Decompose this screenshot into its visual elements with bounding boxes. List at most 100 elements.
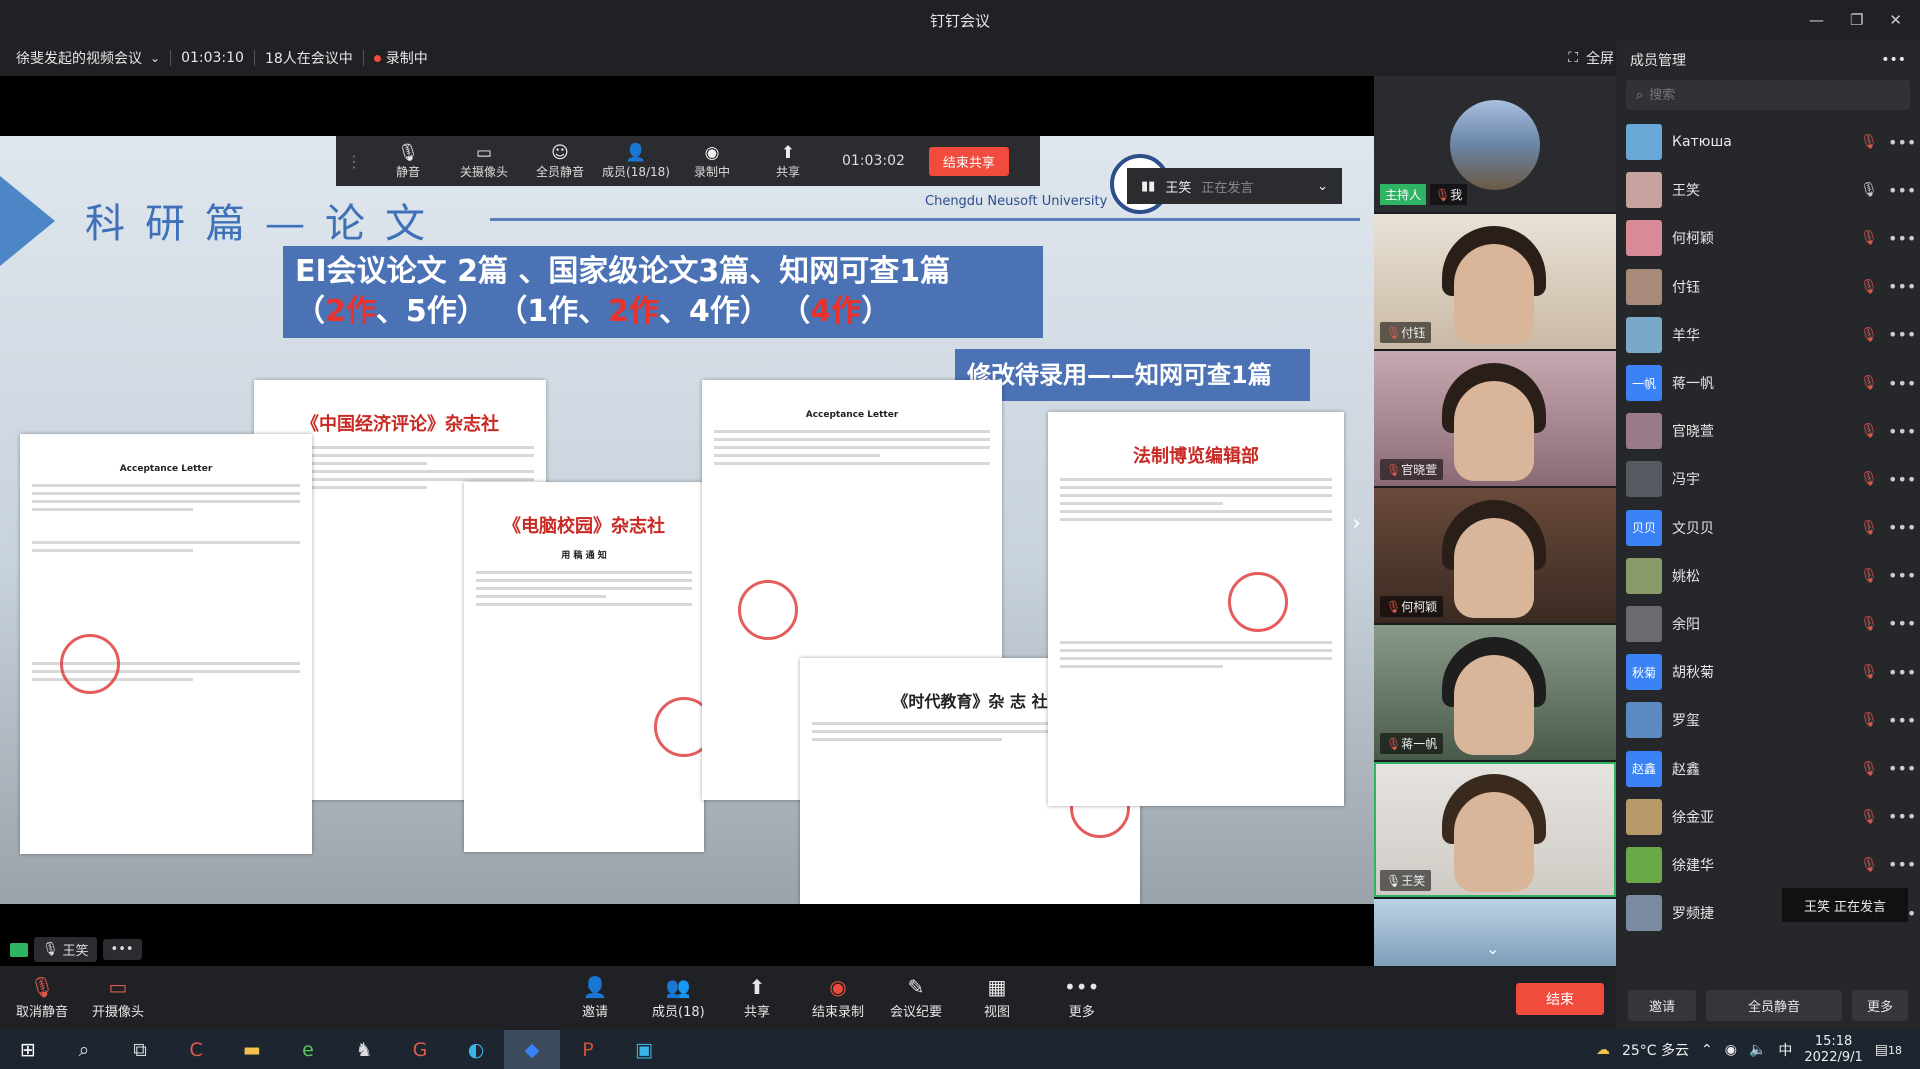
mute-all-button[interactable]: 全员静音 [1706, 989, 1842, 1021]
more-dots-icon[interactable]: ••• [1888, 759, 1916, 778]
mic-muted-icon[interactable]: 🎙 [1860, 279, 1878, 295]
panel-more-button[interactable]: 更多 [1852, 989, 1908, 1021]
mic-muted-icon[interactable]: 🎙 [1860, 761, 1878, 777]
more-dots-icon[interactable]: ••• [1881, 52, 1906, 68]
view-button[interactable]: ▦ 视图 [984, 976, 1010, 1020]
member-row[interactable]: 羊华 🎙 ••• [1616, 311, 1920, 359]
member-row[interactable]: 罗玺 🎙 ••• [1616, 696, 1920, 744]
ime-icon[interactable]: 中 [1778, 1040, 1792, 1060]
camera-on-button[interactable]: ▭ 开摄像头 [92, 976, 144, 1020]
more-dots-icon[interactable]: ••• [1888, 711, 1916, 730]
member-row[interactable]: 一帆 蒋一帆 🎙 ••• [1616, 359, 1920, 407]
more-dots-icon[interactable]: ••• [1888, 518, 1916, 537]
mic-muted-icon[interactable]: 🎙 [1860, 520, 1878, 536]
mic-muted-icon[interactable]: 🎙 [1860, 471, 1878, 487]
more-dots-icon[interactable]: ••• [1888, 470, 1916, 489]
app-g-icon[interactable]: G [392, 1030, 448, 1069]
member-row[interactable]: 付钰 🎙 ••• [1616, 263, 1920, 311]
mic-muted-icon[interactable]: 🎙 [1860, 568, 1878, 584]
video-tile[interactable]: 🎙付钰 [1374, 214, 1616, 349]
notification-icon[interactable]: ▤18 [1875, 1042, 1902, 1058]
more-dots-icon[interactable]: ••• [1888, 277, 1916, 296]
more-dots-icon[interactable]: ••• [1888, 374, 1916, 393]
member-row[interactable]: 王笑 🎙 ••• [1616, 166, 1920, 214]
mic-muted-icon[interactable]: 🎙 [1860, 134, 1878, 150]
member-search[interactable]: ⌕ [1626, 80, 1910, 110]
more-toolbar-button[interactable]: ••• 更多 [1064, 976, 1099, 1020]
more-dots-icon[interactable]: ••• [1888, 181, 1916, 200]
member-search-input[interactable] [1649, 87, 1890, 103]
member-row[interactable]: 贝贝 文贝贝 🎙 ••• [1616, 504, 1920, 552]
mic-muted-icon[interactable]: 🎙 [1860, 857, 1878, 873]
more-dots-icon[interactable]: ••• [1888, 855, 1916, 874]
edge-browser-icon[interactable]: ◐ [448, 1030, 504, 1069]
mic-muted-icon[interactable]: 🎙 [1860, 375, 1878, 391]
more-dots-icon[interactable]: ••• [1888, 614, 1916, 633]
share-toolbar-button[interactable]: ⬆ 共享 [744, 976, 770, 1020]
more-dots-icon[interactable]: ••• [1888, 566, 1916, 585]
member-row[interactable]: 徐金亚 🎙 ••• [1616, 793, 1920, 841]
end-meeting-button[interactable]: 结束 [1516, 983, 1604, 1015]
dingtalk-icon[interactable]: ◆ [504, 1030, 560, 1069]
next-page-chevron-icon[interactable]: › [1352, 511, 1361, 536]
float-members-button[interactable]: 👤 成员(18/18) [598, 143, 674, 180]
float-recording-button[interactable]: ◉ 录制中 [674, 143, 750, 180]
start-menu-icon[interactable]: ⊞ [0, 1030, 56, 1069]
member-row[interactable]: 赵鑫 赵鑫 🎙 ••• [1616, 744, 1920, 792]
meeting-app-icon[interactable]: ▣ [616, 1030, 672, 1069]
minimize-icon[interactable]: — [1809, 11, 1824, 29]
video-tile[interactable]: 🎙蒋一帆 [1374, 625, 1616, 760]
weather-text[interactable]: 25°C 多云 [1622, 1040, 1689, 1060]
member-row[interactable]: Катюша 🎙 ••• [1616, 118, 1920, 166]
more-dots-icon[interactable]: ••• [1888, 325, 1916, 344]
task-view-icon[interactable]: ⧉ [112, 1030, 168, 1069]
chevron-down-icon[interactable]: ⌄ [150, 51, 160, 65]
member-row[interactable]: 余阳 🎙 ••• [1616, 600, 1920, 648]
mic-muted-icon[interactable]: 🎙 [1860, 327, 1878, 343]
stop-recording-button[interactable]: ◉ 结束录制 [812, 976, 864, 1020]
video-tile[interactable]: 🎙何柯颖 [1374, 488, 1616, 623]
more-dots-icon[interactable]: ••• [1888, 133, 1916, 152]
unmute-button[interactable]: 🎙 取消静音 [16, 976, 68, 1020]
member-row[interactable]: 秋菊 胡秋菊 🎙 ••• [1616, 648, 1920, 696]
meeting-name[interactable]: 徐斐发起的视频会议 [16, 48, 142, 68]
mic-muted-icon[interactable]: 🎙 [1860, 423, 1878, 439]
powerpoint-icon[interactable]: P [560, 1030, 616, 1069]
member-row[interactable]: 徐建华 🎙 ••• [1616, 841, 1920, 889]
more-dots-icon[interactable]: ••• [1888, 422, 1916, 441]
mic-muted-icon[interactable]: 🎙 [1860, 230, 1878, 246]
stage-more-button[interactable]: ••• [102, 939, 142, 960]
taskbar-clock[interactable]: 15:18 2022/9/1 [1804, 1034, 1862, 1066]
fullscreen-button[interactable]: ⛶ 全屏 [1568, 40, 1614, 76]
float-mute-button[interactable]: 🎙 静音 [370, 143, 446, 180]
current-speaker-popup[interactable]: ▮▮ 王笑 正在发言 ⌄ [1127, 168, 1342, 204]
float-camera-off-button[interactable]: ▭ 关摄像头 [446, 143, 522, 180]
browser-e-icon[interactable]: e [280, 1030, 336, 1069]
mic-muted-icon[interactable]: 🎙 [1860, 712, 1878, 728]
chevron-up-icon[interactable]: ⌃ [1701, 1042, 1713, 1058]
invite-button[interactable]: 邀请 [1628, 989, 1696, 1021]
invite-toolbar-button[interactable]: 👤 邀请 [582, 976, 608, 1020]
mic-muted-icon[interactable]: 🎙 [1860, 809, 1878, 825]
more-dots-icon[interactable]: ••• [1888, 807, 1916, 826]
more-dots-icon[interactable]: ••• [1888, 663, 1916, 682]
meeting-minutes-button[interactable]: ✎ 会议纪要 [890, 976, 942, 1020]
search-icon[interactable]: ⌕ [56, 1030, 112, 1069]
file-explorer-icon[interactable]: ▬ [224, 1030, 280, 1069]
member-row[interactable]: 官晓萱 🎙 ••• [1616, 407, 1920, 455]
video-tile-active-speaker[interactable]: 🎙王笑 [1374, 762, 1616, 897]
members-toolbar-button[interactable]: 👥 成员(18) [652, 976, 705, 1020]
drag-handle-icon[interactable]: ⋮ [346, 152, 362, 171]
microphone-icon[interactable]: 🎙 [1860, 182, 1878, 198]
network-icon[interactable]: ◉ [1725, 1042, 1737, 1058]
volume-icon[interactable]: 🔈 [1749, 1042, 1766, 1058]
member-row[interactable]: 冯宇 🎙 ••• [1616, 455, 1920, 503]
float-share-button[interactable]: ⬆ 共享 [750, 143, 826, 180]
scroll-down-chevron-icon[interactable]: ⌄ [1486, 939, 1499, 958]
member-row[interactable]: 姚松 🎙 ••• [1616, 552, 1920, 600]
video-tile[interactable]: 🎙官晓萱 [1374, 351, 1616, 486]
host-video-tile[interactable]: 主持人 🎙我 [1374, 76, 1616, 212]
end-share-button[interactable]: 结束共享 [928, 146, 1009, 176]
app-icon[interactable]: ♞ [336, 1030, 392, 1069]
app-c-icon[interactable]: C [168, 1030, 224, 1069]
